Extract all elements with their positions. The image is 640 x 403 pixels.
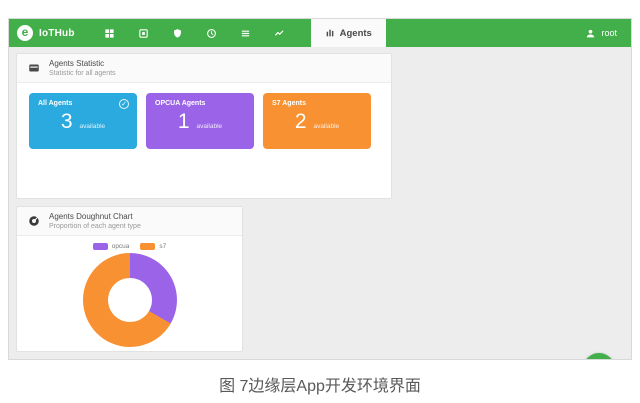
agents-statistic-panel: Agents Statistic Statistic for all agent…: [16, 53, 392, 199]
chart-legend: opcua s7: [93, 243, 167, 250]
app-logo-icon: e: [17, 25, 33, 41]
app-window: e IoTHub Agents: [8, 18, 632, 360]
list-icon[interactable]: [229, 28, 263, 39]
check-circle-icon: ✓: [119, 99, 129, 109]
legend-item-s7[interactable]: s7: [140, 243, 166, 250]
stat-card-label: All Agents: [38, 100, 128, 107]
agents-list-panel: Agents List Detailed information of agen…: [16, 359, 624, 360]
dashboard-icon[interactable]: [93, 28, 127, 39]
stat-card-unit: available: [80, 123, 106, 130]
stat-card-value: 1: [178, 110, 190, 134]
user-menu[interactable]: root: [585, 19, 631, 47]
brand-name: IoTHub: [39, 28, 75, 39]
stat-card-s7-agents[interactable]: S7 Agents 2 available: [263, 93, 371, 149]
history-icon[interactable]: [195, 28, 229, 39]
chart-panel-subtitle: Proportion of each agent type: [49, 223, 141, 230]
legend-label-opcua: opcua: [112, 243, 130, 250]
stat-card-value: 3: [61, 110, 73, 134]
doughnut-hole: [108, 278, 152, 322]
legend-swatch-opcua: [93, 243, 108, 250]
chart-panel-title: Agents Doughnut Chart: [49, 212, 141, 221]
stat-card-all-agents[interactable]: All Agents ✓ 3 available: [29, 93, 137, 149]
apps-icon[interactable]: [127, 28, 161, 39]
bars-icon: [325, 28, 335, 38]
stat-card-opcua-agents[interactable]: OPCUA Agents 1 available: [146, 93, 254, 149]
stats-panel-title: Agents Statistic: [49, 59, 116, 68]
stat-card-value: 2: [295, 110, 307, 134]
doughnut-icon: [28, 215, 40, 227]
doughnut-chart: [83, 253, 177, 347]
figure-caption: 图 7边缘层App开发环境界面: [0, 372, 640, 396]
tab-agents-label: Agents: [340, 28, 372, 39]
tab-agents[interactable]: Agents: [311, 19, 386, 47]
user-icon: [585, 28, 596, 39]
top-navbar: e IoTHub Agents: [9, 19, 631, 47]
username: root: [601, 28, 617, 38]
agents-doughnut-panel: Agents Doughnut Chart Proportion of each…: [16, 206, 243, 352]
brand: e IoTHub: [9, 19, 75, 47]
stat-card-unit: available: [314, 123, 340, 130]
trend-icon[interactable]: [263, 28, 297, 39]
stats-panel-subtitle: Statistic for all agents: [49, 70, 116, 77]
stat-card-label: S7 Agents: [272, 100, 362, 107]
stat-card-unit: available: [197, 123, 223, 130]
shield-icon[interactable]: [161, 28, 195, 39]
legend-item-opcua[interactable]: opcua: [93, 243, 130, 250]
stat-card-label: OPCUA Agents: [155, 100, 245, 107]
legend-label-s7: s7: [159, 243, 166, 250]
legend-swatch-s7: [140, 243, 155, 250]
card-icon: [28, 62, 40, 74]
